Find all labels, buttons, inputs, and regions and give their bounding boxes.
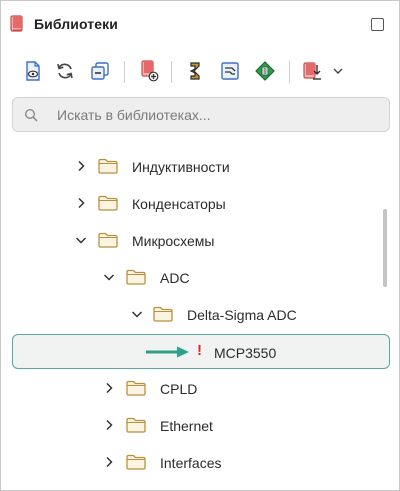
- search-input[interactable]: [57, 98, 377, 131]
- component-button[interactable]: [252, 57, 278, 85]
- tree-item-label: ADC: [160, 270, 190, 286]
- chevron-down-icon[interactable]: [75, 234, 87, 246]
- schematic-button[interactable]: [217, 57, 243, 85]
- tree-item-label: CPLD: [160, 381, 198, 397]
- chevron-right-icon[interactable]: [103, 456, 115, 468]
- collapse-all-button[interactable]: [87, 57, 113, 85]
- tree-item-capacitors[interactable]: Конденсаторы: [1, 185, 399, 222]
- toolbar: [1, 57, 399, 87]
- folder-icon: [126, 417, 146, 433]
- folder-icon: [153, 306, 173, 322]
- tree-item-label: Ethernet: [160, 418, 213, 434]
- view-document-icon: [26, 61, 40, 81]
- folder-icon: [126, 269, 146, 285]
- export-library-icon: [303, 62, 321, 80]
- arrow-right-icon: [146, 346, 189, 358]
- panel-header: Библиотеки: [1, 1, 399, 45]
- component-icon: [255, 61, 275, 81]
- folder-icon: [98, 195, 118, 211]
- view-document-button[interactable]: [20, 57, 46, 85]
- export-dropdown-button[interactable]: [325, 57, 351, 85]
- tree-item-inductors[interactable]: Индуктивности: [1, 148, 399, 185]
- toolbar-separator: [171, 61, 172, 83]
- add-library-button[interactable]: [136, 57, 162, 85]
- tree-item-label: Delta-Sigma ADC: [187, 307, 297, 323]
- chevron-down-icon: [333, 68, 343, 74]
- toolbar-separator: [124, 61, 125, 83]
- tree-item-label: Конденсаторы: [132, 196, 226, 212]
- tree-item-cpld[interactable]: CPLD: [1, 370, 399, 407]
- library-tree: Индуктивности Конденсаторы Микросхемы AD…: [1, 147, 399, 491]
- tree-item-interfaces[interactable]: Interfaces: [1, 444, 399, 481]
- tree-item-delta-sigma-adc[interactable]: Delta-Sigma ADC: [1, 296, 399, 333]
- search-icon: [24, 108, 38, 122]
- folder-icon: [98, 232, 118, 248]
- collapse-all-icon: [91, 62, 109, 80]
- tree-item-ics[interactable]: Микросхемы: [1, 222, 399, 259]
- chevron-right-icon[interactable]: [103, 419, 115, 431]
- symbol-button[interactable]: [182, 57, 208, 85]
- folder-icon: [126, 454, 146, 470]
- chevron-right-icon[interactable]: [75, 197, 87, 209]
- tree-item-mcp3550[interactable]: ! MCP3550: [12, 334, 390, 369]
- chevron-down-icon[interactable]: [103, 271, 115, 283]
- refresh-icon: [57, 63, 73, 79]
- tree-item-adc[interactable]: ADC: [1, 259, 399, 296]
- vertical-scrollbar[interactable]: [383, 209, 387, 287]
- folder-icon: [126, 380, 146, 396]
- folder-icon: [98, 158, 118, 174]
- symbol-icon: [189, 62, 200, 80]
- tree-item-ethernet[interactable]: Ethernet: [1, 407, 399, 444]
- maximize-button[interactable]: [371, 18, 384, 31]
- toolbar-separator: [289, 61, 290, 83]
- chevron-right-icon[interactable]: [103, 382, 115, 394]
- warning-icon: !: [197, 342, 202, 359]
- add-library-icon: [141, 60, 159, 82]
- tree-item-label: Индуктивности: [132, 159, 230, 175]
- refresh-button[interactable]: [52, 57, 78, 85]
- chevron-down-icon[interactable]: [131, 308, 143, 320]
- schematic-icon: [221, 62, 239, 80]
- tree-item-label: Микросхемы: [132, 233, 215, 249]
- export-library-button[interactable]: [299, 57, 325, 85]
- tree-item-label: Interfaces: [160, 455, 222, 471]
- panel-title: Библиотеки: [34, 16, 118, 32]
- chevron-right-icon[interactable]: [75, 160, 87, 172]
- tree-item-label: MCP3550: [214, 345, 277, 361]
- library-book-icon: [10, 15, 23, 32]
- search-box: [12, 97, 390, 132]
- libraries-panel: Библиотеки Искать в библиотеках... Индук…: [0, 0, 400, 491]
